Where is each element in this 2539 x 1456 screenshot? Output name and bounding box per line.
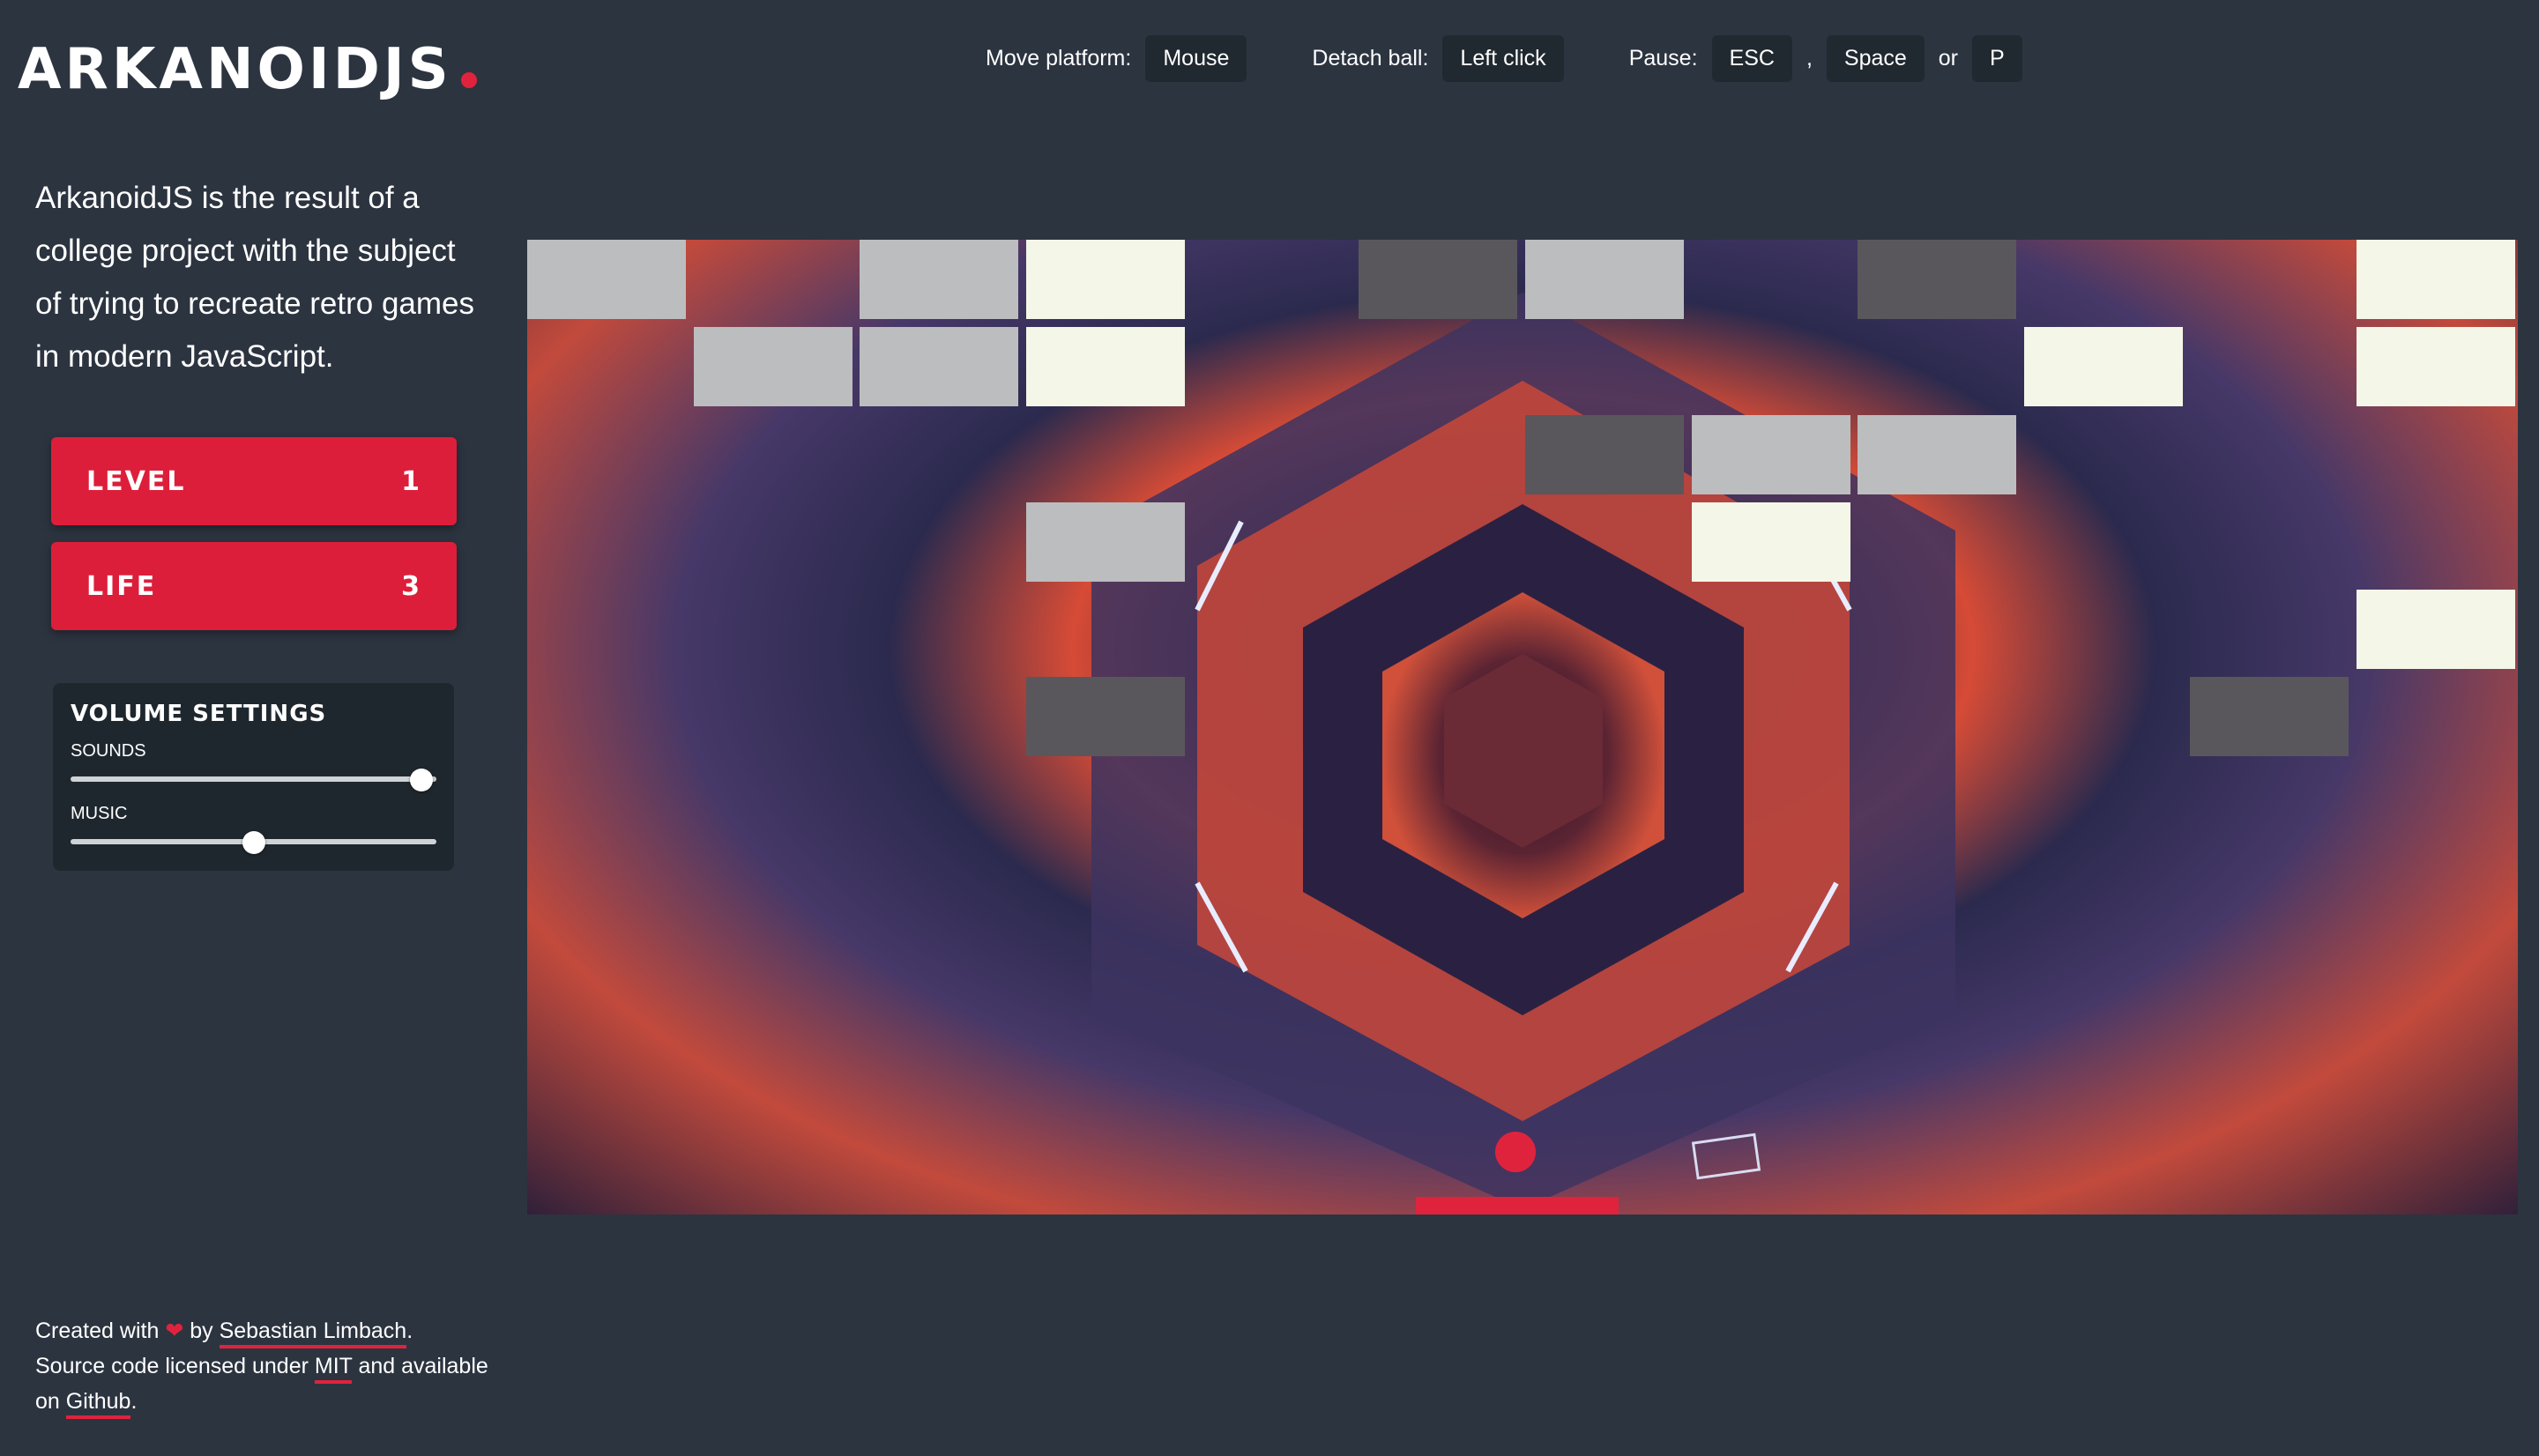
brick (1692, 502, 1850, 582)
controls-help: Move platform: Mouse Detach ball: Left c… (986, 35, 2036, 82)
ball (1495, 1132, 1536, 1172)
github-link[interactable]: Github (65, 1389, 131, 1419)
logo-dot-icon (460, 72, 477, 88)
brick (1525, 240, 1684, 319)
brick (2357, 327, 2515, 406)
pause-key-space: Space (1826, 35, 1925, 82)
music-slider[interactable] (71, 831, 436, 854)
footer-by: by (190, 1319, 213, 1343)
sounds-label: SOUNDS (71, 741, 146, 761)
heart-icon: ❤ (165, 1319, 184, 1343)
pause-comma: , (1806, 46, 1813, 71)
detach-ball-key: Left click (1442, 35, 1564, 82)
pause-label: Pause: (1628, 46, 1698, 71)
brick (694, 327, 853, 406)
footer-license-prefix: Source code licensed under (35, 1354, 309, 1378)
footer-on: on (35, 1389, 60, 1414)
logo-text: ARKANOIDJS (18, 37, 452, 102)
brick (860, 327, 1018, 406)
volume-title: VOLUME SETTINGS (71, 701, 327, 727)
brick (1359, 240, 1517, 319)
brick (2357, 590, 2515, 669)
volume-settings: VOLUME SETTINGS SOUNDS MUSIC (53, 683, 454, 871)
brick (1026, 502, 1185, 582)
sounds-slider[interactable] (71, 769, 436, 791)
music-slider-thumb[interactable] (242, 831, 265, 854)
brick (1692, 415, 1850, 494)
brick (1026, 677, 1185, 756)
app-logo: ARKANOIDJS (18, 37, 477, 102)
pause-or: or (1938, 46, 1959, 71)
pause-key-esc: ESC (1711, 35, 1792, 82)
license-link[interactable]: MIT (314, 1354, 353, 1384)
music-label: MUSIC (71, 804, 128, 823)
brick (860, 240, 1018, 319)
life-value: 3 (401, 570, 421, 602)
game-canvas[interactable] (527, 240, 2518, 1215)
brick (2190, 677, 2349, 756)
level-panel: LEVEL 1 (51, 437, 457, 525)
brick (1525, 415, 1684, 494)
move-platform-key: Mouse (1145, 35, 1247, 82)
move-platform-label: Move platform: (986, 46, 1132, 71)
detach-ball-label: Detach ball: (1312, 46, 1429, 71)
brick (1858, 415, 2016, 494)
description: ArkanoidJS is the result of a college pr… (35, 181, 474, 374)
footer-license-suffix: and available (358, 1354, 488, 1378)
brick (2357, 240, 2515, 319)
level-label: LEVEL (86, 465, 186, 497)
level-value: 1 (401, 465, 421, 497)
life-label: LIFE (86, 570, 157, 602)
brick (1858, 240, 2016, 319)
brick (2024, 327, 2183, 406)
sounds-slider-thumb[interactable] (410, 769, 434, 791)
paddle[interactable] (1416, 1197, 1619, 1215)
brick (527, 240, 686, 319)
footer-created-with: Created with (35, 1319, 160, 1343)
sounds-slider-track[interactable] (71, 776, 436, 782)
brick (1026, 240, 1185, 319)
author-link[interactable]: Sebastian Limbach (219, 1319, 407, 1348)
footer: Created with ❤ by Sebastian Limbach. Sou… (35, 1313, 494, 1419)
life-panel: LIFE 3 (51, 542, 457, 630)
brick (1026, 327, 1185, 406)
pause-key-p: P (1972, 35, 2022, 82)
